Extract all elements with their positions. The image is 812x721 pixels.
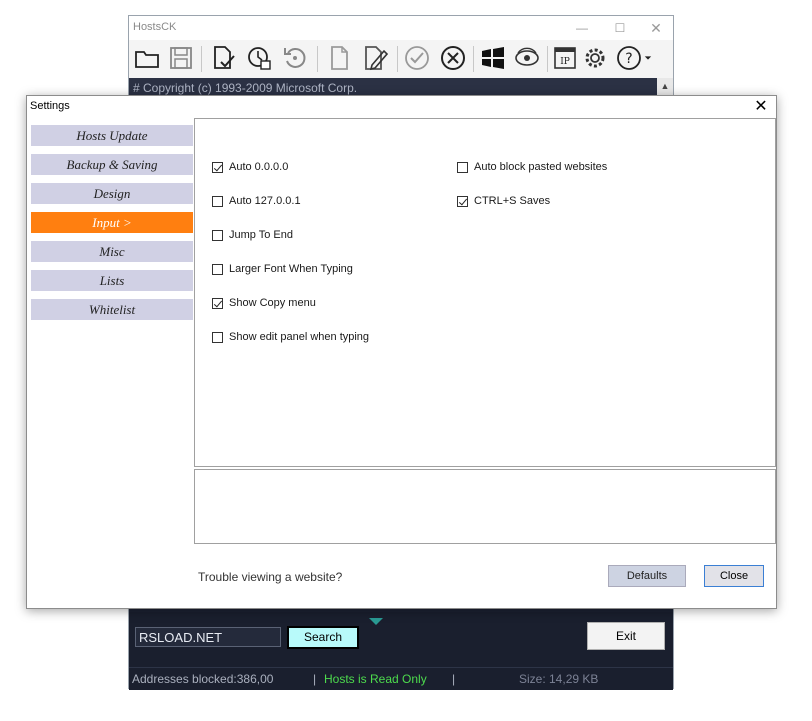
settings-dialog: Settings ✕ Hosts Update Backup & Saving …: [26, 95, 777, 609]
open-folder-icon[interactable]: [133, 44, 161, 72]
trouble-viewing-link[interactable]: Trouble viewing a website?: [198, 570, 342, 584]
windows-logo-icon[interactable]: [479, 44, 507, 72]
minimize-button[interactable]: —: [567, 18, 597, 38]
edit-page-icon[interactable]: [361, 44, 389, 72]
help-icon[interactable]: ?: [615, 44, 643, 72]
nav-input[interactable]: Input >: [31, 212, 193, 233]
nav-misc[interactable]: Misc: [31, 241, 193, 262]
checkbox[interactable]: [212, 161, 223, 173]
option-auto-127001[interactable]: Auto 127.0.0.1: [212, 195, 301, 207]
description-box: [194, 469, 776, 544]
status-bar: Addresses blocked:386,00 | Hosts is Read…: [129, 667, 673, 690]
gear-icon[interactable]: [581, 44, 609, 72]
option-label: Jump To End: [229, 229, 294, 241]
ip-icon[interactable]: IP: [551, 44, 579, 72]
option-show-edit-panel[interactable]: Show edit panel when typing: [212, 331, 369, 343]
checkbox[interactable]: [212, 331, 223, 343]
checkbox[interactable]: [212, 195, 223, 207]
maximize-button[interactable]: ☐: [605, 18, 635, 38]
option-label: Show Copy menu: [229, 297, 316, 309]
defaults-button[interactable]: Defaults: [608, 565, 686, 587]
option-label: Auto 127.0.0.1: [229, 195, 301, 207]
option-label: Auto block pasted websites: [474, 161, 608, 173]
hostsck-title: HostsCK: [133, 21, 177, 33]
settings-title: Settings: [30, 100, 70, 112]
settings-titlebar: Settings ✕: [27, 96, 776, 117]
checkbox[interactable]: [457, 195, 468, 207]
option-auto-block-pasted[interactable]: Auto block pasted websites: [457, 161, 607, 173]
checkbox[interactable]: [212, 229, 223, 241]
option-label: Larger Font When Typing: [229, 263, 353, 275]
option-larger-font[interactable]: Larger Font When Typing: [212, 263, 353, 275]
search-input[interactable]: [135, 627, 281, 647]
option-label: Auto 0.0.0.0: [229, 161, 289, 173]
check-circle-icon[interactable]: [403, 44, 431, 72]
option-show-copy-menu[interactable]: Show Copy menu: [212, 297, 316, 309]
option-jump-to-end[interactable]: Jump To End: [212, 229, 293, 241]
close-button[interactable]: Close: [704, 565, 764, 587]
scroll-up-icon[interactable]: ▲: [657, 78, 673, 94]
check-clock-icon[interactable]: [245, 44, 273, 72]
toolbar: IP ?: [129, 40, 673, 79]
search-bar-area: Search Exit: [129, 612, 673, 667]
blank-page-icon[interactable]: [325, 44, 353, 72]
editor-first-line: # Copyright (c) 1993-2009 Microsoft Corp…: [133, 81, 358, 95]
search-button[interactable]: Search: [287, 626, 359, 649]
status-separator: |: [313, 672, 317, 686]
read-only-status: Hosts is Read Only: [324, 672, 427, 686]
nav-design[interactable]: Design: [31, 183, 193, 204]
close-window-button[interactable]: ✕: [641, 18, 671, 38]
close-icon[interactable]: ✕: [750, 96, 772, 117]
option-ctrl-s-saves[interactable]: CTRL+S Saves: [457, 195, 550, 207]
hostsck-titlebar: HostsCK — ☐ ✕: [129, 16, 673, 40]
refresh-eye-icon[interactable]: [513, 44, 541, 72]
cancel-circle-icon[interactable]: [439, 44, 467, 72]
nav-whitelist[interactable]: Whitelist: [31, 299, 193, 320]
chevron-down-icon[interactable]: [641, 44, 655, 72]
option-auto-0000[interactable]: Auto 0.0.0.0: [212, 161, 288, 173]
restore-icon[interactable]: [281, 44, 309, 72]
option-label: Show edit panel when typing: [229, 331, 370, 343]
status-separator: |: [452, 672, 456, 686]
addresses-blocked-count: Addresses blocked:386,00: [132, 672, 274, 686]
settings-nav: Hosts Update Backup & Saving Design Inpu…: [31, 125, 193, 328]
nav-backup-saving[interactable]: Backup & Saving: [31, 154, 193, 175]
svg-text:IP: IP: [560, 57, 570, 67]
nav-hosts-update[interactable]: Hosts Update: [31, 125, 193, 146]
file-size: Size: 14,29 KB: [519, 672, 599, 686]
checkbox[interactable]: [457, 161, 468, 173]
checkbox[interactable]: [212, 263, 223, 275]
check-file-icon[interactable]: [209, 44, 237, 72]
input-settings-panel: Auto 0.0.0.0 Auto 127.0.0.1 Jump To End …: [194, 118, 776, 467]
save-icon[interactable]: [167, 44, 195, 72]
option-label: CTRL+S Saves: [474, 195, 551, 207]
triangle-marker-icon: [369, 618, 383, 625]
exit-button[interactable]: Exit: [587, 622, 665, 650]
svg-text:?: ?: [625, 51, 632, 67]
checkbox[interactable]: [212, 297, 223, 309]
nav-lists[interactable]: Lists: [31, 270, 193, 291]
